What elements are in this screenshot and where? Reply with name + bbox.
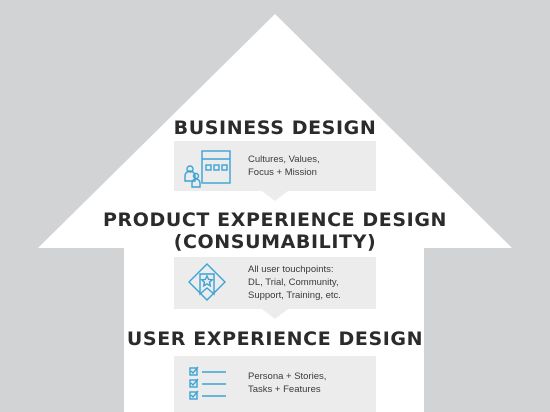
down-pointer-2 [262,309,288,319]
house-arrow-shape [38,14,512,412]
diagram: BUSINESS DESIGN Cultures, Values, Focus … [0,0,550,412]
badge-star-icon [188,263,226,301]
product-experience-text: All user touchpoints: DL, Trial, Communi… [248,264,341,301]
business-design-heading: BUSINESS DESIGN [173,117,377,139]
user-experience-card: Persona + Stories, Tasks + Features [174,356,376,412]
user-experience-text: Persona + Stories, Tasks + Features [248,371,327,395]
down-pointer-1 [262,191,288,201]
people-grid-icon [184,150,231,188]
user-experience-heading: USER EXPERIENCE DESIGN [126,328,424,350]
business-design-card: Cultures, Values, Focus + Mission [174,141,376,191]
product-experience-card: All user touchpoints: DL, Trial, Communi… [174,257,376,309]
checklist-icon [189,366,226,400]
business-design-text: Cultures, Values, Focus + Mission [248,154,320,178]
product-experience-heading: PRODUCT EXPERIENCE DESIGN (CONSUMABILITY… [102,209,448,253]
